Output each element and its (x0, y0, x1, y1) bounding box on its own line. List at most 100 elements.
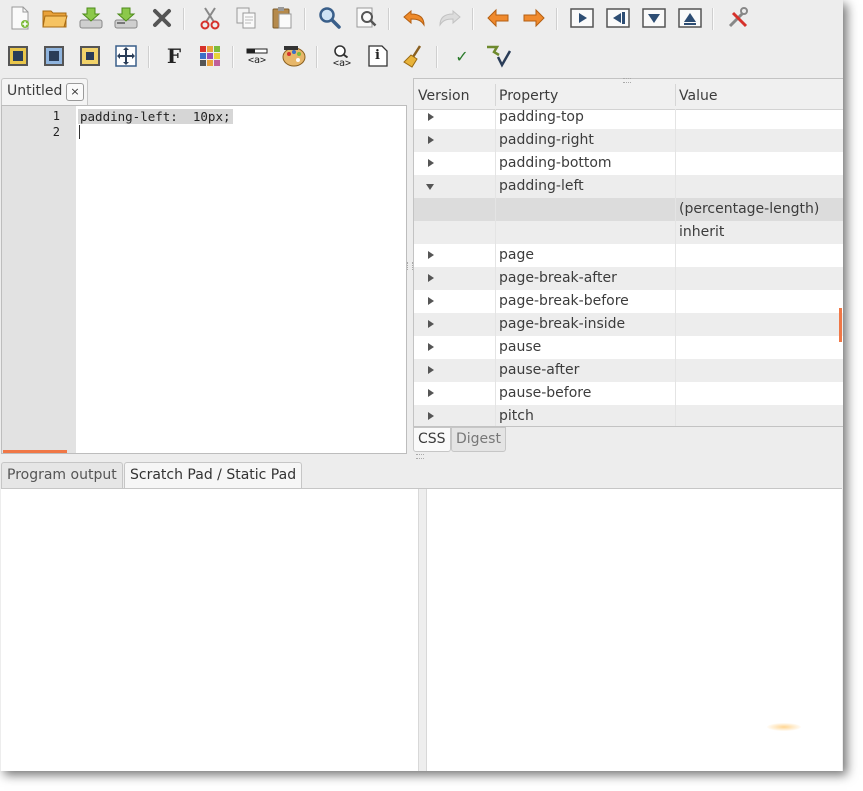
tree-row[interactable]: page-break-after (414, 267, 843, 290)
check-icon[interactable]: ✓ (448, 42, 476, 70)
expander-closed-icon[interactable] (428, 412, 434, 420)
anchor-tag-label: <a> (247, 54, 267, 66)
save-download-icon[interactable] (77, 4, 105, 32)
text-cursor (79, 125, 80, 139)
tree-row[interactable]: (percentage-length) (414, 198, 843, 221)
step-up-icon[interactable] (676, 4, 704, 32)
scrollbar-thumb[interactable] (839, 308, 842, 342)
property-cell: page (499, 247, 534, 263)
tree-row[interactable]: pause (414, 336, 843, 359)
step-back-icon[interactable] (604, 4, 632, 32)
cut-scissors-icon[interactable] (196, 4, 224, 32)
tree-row[interactable]: page-break-inside (414, 313, 843, 336)
broom-icon[interactable] (400, 42, 428, 70)
editor-tab[interactable]: Untitled × (1, 78, 88, 106)
horizontal-splitter-handle[interactable] (416, 454, 424, 459)
code-editor[interactable]: 1 2 padding-left: 10px; (1, 105, 407, 454)
expander-closed-icon[interactable] (428, 251, 434, 259)
property-cell: pause-before (499, 385, 592, 401)
editor-progress-bar (3, 450, 67, 453)
expander-closed-icon[interactable] (428, 366, 434, 374)
step-down-icon[interactable] (640, 4, 668, 32)
format-toolbar: F <a> <a> i ✓ (0, 38, 843, 76)
new-file-icon[interactable] (6, 4, 34, 32)
css-property-tree[interactable]: Version Property Value padding-top paddin… (413, 78, 843, 427)
scratch-pad-area[interactable] (1, 488, 842, 771)
expander-closed-icon[interactable] (428, 320, 434, 328)
validate-icon[interactable] (484, 42, 512, 70)
tab-css[interactable]: CSS (413, 427, 451, 452)
main-toolbar (0, 0, 843, 38)
redo-icon[interactable] (436, 4, 464, 32)
line-number: 1 (52, 109, 60, 123)
expander-closed-icon[interactable] (428, 113, 434, 121)
find-magnifier-icon[interactable] (316, 4, 344, 32)
expander-open-icon[interactable] (426, 184, 434, 190)
close-x-icon[interactable] (148, 4, 176, 32)
expander-closed-icon[interactable] (428, 343, 434, 351)
paste-icon[interactable] (268, 4, 296, 32)
check-label: ✓ (455, 46, 469, 66)
expander-closed-icon[interactable] (428, 136, 434, 144)
property-cell: pause-after (499, 362, 580, 378)
tab-program-output[interactable]: Program output (1, 462, 123, 489)
tree-row[interactable]: pitch (414, 405, 843, 426)
tree-row[interactable]: padding-right (414, 129, 843, 152)
info-label: i (375, 48, 380, 63)
tree-row[interactable]: page-break-before (414, 290, 843, 313)
tab-digest[interactable]: Digest (451, 427, 506, 452)
property-cell: padding-left (499, 178, 584, 194)
find-anchor-icon[interactable]: <a> (328, 42, 356, 70)
forward-arrow-icon[interactable] (520, 4, 548, 32)
line-number-gutter: 1 2 (2, 106, 76, 453)
scratch-pad-splitter[interactable] (418, 489, 427, 771)
tree-row[interactable]: padding-top (414, 106, 843, 129)
editor-tab-title: Untitled (7, 83, 63, 99)
font-bold-icon[interactable]: F (160, 42, 188, 70)
undo-icon[interactable] (400, 4, 428, 32)
box-yellow-small-icon[interactable] (76, 42, 104, 70)
line-number: 2 (52, 125, 60, 139)
property-cell: page-break-before (499, 293, 629, 309)
expander-closed-icon[interactable] (428, 389, 434, 397)
expander-closed-icon[interactable] (428, 274, 434, 282)
tree-row[interactable]: inherit (414, 221, 843, 244)
column-header-value[interactable]: Value (679, 88, 717, 104)
copy-icon[interactable] (232, 4, 260, 32)
column-header-version[interactable]: Version (418, 88, 469, 104)
find-anchor-label: <a> (332, 57, 352, 69)
play-icon[interactable] (568, 4, 596, 32)
find-replace-icon[interactable] (352, 4, 380, 32)
tab-scratch-pad[interactable]: Scratch Pad / Static Pad (124, 462, 303, 489)
back-arrow-icon[interactable] (484, 4, 512, 32)
tree-row[interactable]: pause-before (414, 382, 843, 405)
tree-row[interactable]: page (414, 244, 843, 267)
expander-closed-icon[interactable] (428, 159, 434, 167)
tree-row[interactable]: padding-left (414, 175, 843, 198)
property-cell: padding-bottom (499, 155, 612, 171)
column-header-property[interactable]: Property (499, 88, 558, 104)
box-blue-icon[interactable] (40, 42, 68, 70)
anchor-tag-icon[interactable]: <a> (243, 42, 271, 70)
property-cell: page-break-after (499, 270, 617, 286)
editor-tab-close-button[interactable]: × (66, 83, 84, 101)
palette-icon[interactable] (280, 42, 308, 70)
open-folder-icon[interactable] (41, 4, 69, 32)
code-line[interactable]: padding-left: 10px; (78, 109, 233, 124)
expander-closed-icon[interactable] (428, 297, 434, 305)
move-cross-icon[interactable] (112, 42, 140, 70)
tree-row[interactable]: pause-after (414, 359, 843, 382)
font-label: F (166, 44, 182, 68)
box-yellow-icon[interactable] (4, 42, 32, 70)
save-as-icon[interactable] (112, 4, 140, 32)
color-grid-icon[interactable] (196, 42, 224, 70)
tools-icon[interactable] (724, 4, 752, 32)
property-cell: page-break-inside (499, 316, 626, 332)
tree-resize-handle[interactable] (623, 78, 631, 83)
property-cell: padding-right (499, 132, 594, 148)
property-cell: pitch (499, 408, 534, 424)
value-cell: inherit (679, 224, 725, 240)
tree-row[interactable]: padding-bottom (414, 152, 843, 175)
info-icon[interactable]: i (364, 42, 392, 70)
application-window: F <a> <a> i ✓ Untitled × 1 2 padding-lef… (0, 0, 843, 771)
